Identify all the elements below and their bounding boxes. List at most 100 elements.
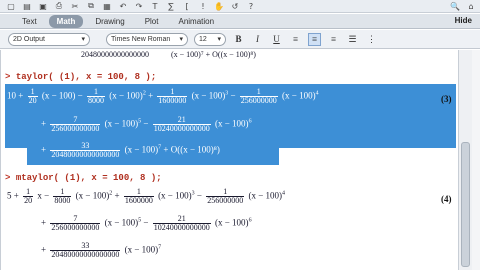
numerator: 1 <box>26 187 31 196</box>
size-select[interactable]: 12 ▾ <box>194 32 226 46</box>
result-lead: 10 + <box>7 90 24 101</box>
numerator: 1 <box>60 187 65 196</box>
tab-animation[interactable]: Animation <box>170 15 222 28</box>
result-lead: 5 + <box>7 190 19 201</box>
denominator: 1600000 <box>123 196 154 205</box>
main-toolbar: ▢ ▤ ▣ ⎙ ✂ ⧉ ▦ ↶ ↷ T ∑ [ ! ✋ ↺ ? 🔍 ⌂ <box>0 0 480 13</box>
font-select[interactable]: Times New Roman ▾ <box>106 32 188 46</box>
fraction: 1 1600000 <box>157 87 188 105</box>
numerator: 21 <box>177 115 186 124</box>
term: x − <box>37 190 50 201</box>
input-line-mtaylor[interactable]: > mtaylor( (1), x = 100, 8 ); <box>5 173 162 183</box>
cut-icon[interactable]: ✂ <box>70 1 80 11</box>
chevron-down-icon: ▾ <box>217 36 221 43</box>
copy-icon[interactable]: ⧉ <box>86 1 96 11</box>
numerator: 33 <box>81 241 90 250</box>
undo-icon[interactable]: ↶ <box>118 1 128 11</box>
result3-line3: + 33 20480000000000000 (x − 100)7 + O((x … <box>41 141 220 159</box>
equation-label-4: (4) <box>441 194 452 204</box>
prev-output-tail: (x − 100)⁷ + O((x − 100)⁸) <box>171 50 256 59</box>
fraction: 7 256000000000 <box>50 115 101 133</box>
align-center-icon[interactable]: ≡ <box>308 32 321 46</box>
size-select-value: 12 <box>199 35 207 43</box>
palette-tabbar: Text Math Drawing Plot Animation <box>0 14 480 29</box>
term: (x − 100) <box>109 90 143 101</box>
denominator: 256000000000 <box>50 223 101 232</box>
fraction: 1 20 <box>23 187 34 205</box>
prev-output-denominator: 20480000000000000 <box>81 50 149 59</box>
italic-button[interactable]: I <box>251 33 264 46</box>
redo-icon[interactable]: ↷ <box>134 1 144 11</box>
format-toolbar: 2D Output ▾ Times New Roman ▾ 12 ▾ B I U… <box>0 30 480 49</box>
denominator: 256000000 <box>206 196 245 205</box>
text-icon[interactable]: T <box>150 1 160 11</box>
mtaylor-command[interactable]: mtaylor( (1), x = 100, 8 ); <box>16 173 162 183</box>
term: (x − 100) <box>214 217 249 228</box>
stop-icon[interactable]: ✋ <box>214 1 224 11</box>
fraction: 1 1600000 <box>123 188 154 205</box>
prompt-marker: > <box>5 72 11 82</box>
denominator: 20480000000000000 <box>50 250 121 259</box>
result3-line2: + 7 256000000000 (x − 100)5 − 21 102400000… <box>41 115 252 133</box>
denominator: 8000 <box>86 96 105 105</box>
denominator: 256000000 <box>239 96 278 105</box>
home-icon[interactable]: ⌂ <box>466 1 476 11</box>
input-line-taylor[interactable]: > taylor( (1), x = 100, 8 ); <box>5 72 156 82</box>
numerator: 7 <box>73 115 78 124</box>
result4-line2: + 7 256000000000 (x − 100)5 − 21 102400000… <box>41 214 252 232</box>
help-icon[interactable]: ? <box>246 1 256 11</box>
bracket-icon[interactable]: [ <box>182 1 192 11</box>
term: (x − 100) <box>41 90 76 101</box>
fraction: 33 20480000000000000 <box>50 241 121 259</box>
chevron-down-icon: ▾ <box>179 36 183 43</box>
font-select-value: Times New Roman <box>111 35 171 43</box>
fraction: 21 10240000000000 <box>152 215 211 232</box>
exec-icon[interactable]: ! <box>198 1 208 11</box>
term: (x − 100) <box>191 90 226 101</box>
zoom-icon[interactable]: 🔍 <box>450 1 460 11</box>
taylor-command[interactable]: taylor( (1), x = 100, 8 ); <box>16 72 156 82</box>
equation-label-3: (3) <box>441 94 452 104</box>
bullet-list-icon[interactable]: ☰ <box>346 33 359 46</box>
worksheet[interactable]: 20480000000000000 (x − 100)⁷ + O((x − 10… <box>0 50 458 270</box>
fraction: 21 10240000000000 <box>152 115 211 133</box>
tab-text[interactable]: Text <box>14 15 45 28</box>
style-select[interactable]: 2D Output ▾ <box>8 32 90 46</box>
denominator: 20 <box>23 196 34 205</box>
fraction: 1 8000 <box>53 187 72 205</box>
numerator: 33 <box>81 141 90 150</box>
chevron-down-icon: ▾ <box>81 36 85 43</box>
new-icon[interactable]: ▢ <box>6 1 16 11</box>
vertical-scrollbar[interactable] <box>458 50 472 270</box>
align-right-icon[interactable]: ≡ <box>327 33 340 46</box>
underline-button[interactable]: U <box>270 33 283 46</box>
bold-button[interactable]: B <box>232 33 245 46</box>
restart-icon[interactable]: ↺ <box>230 1 240 11</box>
term: (x − 100) <box>124 144 159 155</box>
result4-line3: + 33 20480000000000000 (x − 100)7 <box>41 241 162 259</box>
term: (x − 100) <box>75 190 110 201</box>
fraction: 1 20 <box>27 88 38 105</box>
style-select-value: 2D Output <box>13 35 45 43</box>
tab-plot[interactable]: Plot <box>137 15 167 28</box>
fraction: 1 256000000 <box>206 187 245 205</box>
align-left-icon[interactable]: ≡ <box>289 33 302 46</box>
numerator: 7 <box>73 214 78 223</box>
tab-math[interactable]: Math <box>48 14 84 28</box>
numbered-list-icon[interactable]: ⋮ <box>365 33 378 46</box>
tab-drawing[interactable]: Drawing <box>87 15 132 28</box>
scrollbar-thumb[interactable] <box>461 142 470 267</box>
result3-line1: 10 + 1 20 (x − 100) − 1 8000 (x − 100)2 + … <box>7 87 319 105</box>
result4-line1: 5 + 1 20 x − 1 8000 (x − 100)2 + 1 1600000 … <box>7 187 286 205</box>
save-icon[interactable]: ▣ <box>38 1 48 11</box>
math-icon[interactable]: ∑ <box>166 1 176 11</box>
term: (x − 100) <box>282 90 316 101</box>
numerator: 1 <box>170 87 175 96</box>
term: (x − 100) <box>104 118 139 129</box>
paste-icon[interactable]: ▦ <box>102 1 112 11</box>
open-icon[interactable]: ▤ <box>22 1 32 11</box>
hide-button[interactable]: Hide <box>455 16 472 25</box>
print-icon[interactable]: ⎙ <box>54 1 64 11</box>
numerator: 1 <box>223 187 228 196</box>
term: (x − 100) <box>214 118 249 129</box>
